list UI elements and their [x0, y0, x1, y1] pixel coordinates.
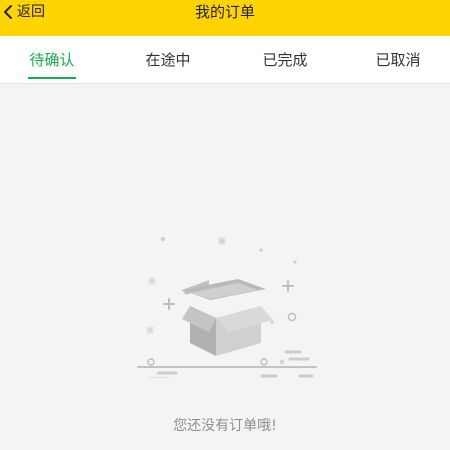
- order-list-area: 您还没有订单哦!: [0, 85, 450, 450]
- empty-box-icon: [137, 236, 317, 378]
- app-header: 返回 我的订单: [0, 0, 450, 36]
- decor-sparkle: [218, 237, 226, 245]
- tab-completed[interactable]: 已完成: [243, 36, 327, 83]
- decor-sparkle: [146, 326, 154, 334]
- order-status-tabs: 待确认 在途中 已完成 已取消: [0, 36, 450, 84]
- ground-ring: [260, 358, 268, 366]
- decor-cross: [279, 359, 285, 365]
- decor-dot: [270, 320, 274, 324]
- decor-dot: [293, 260, 297, 264]
- decor-ring: [287, 312, 297, 322]
- ground-ring: [147, 358, 155, 366]
- empty-state-message: 您还没有订单哦!: [173, 418, 277, 434]
- decor-dot: [259, 248, 263, 252]
- decor-dot: [160, 236, 166, 242]
- page-title: 我的订单: [194, 3, 255, 21]
- tab-cancelled[interactable]: 已取消: [356, 36, 440, 83]
- decor-sparkle: [148, 277, 156, 285]
- decor-plus: [163, 298, 175, 310]
- tab-pending-confirmation[interactable]: 待确认: [10, 36, 94, 83]
- decor-plus: [282, 280, 294, 292]
- tab-in-transit[interactable]: 在途中: [126, 36, 210, 83]
